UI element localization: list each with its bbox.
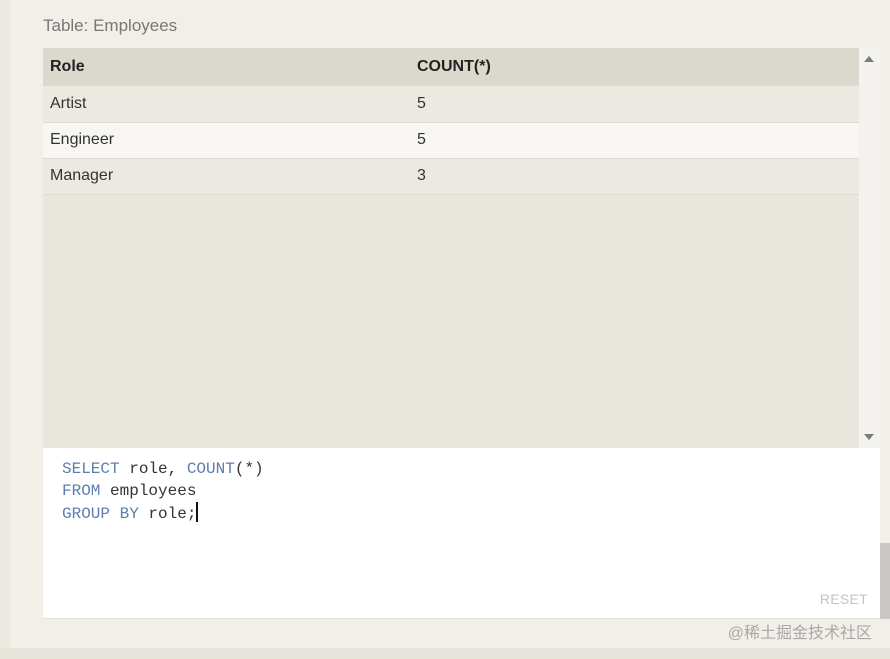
sql-keyword: COUNT xyxy=(186,460,235,478)
left-margin-strip xyxy=(0,0,10,659)
table-title: Table: Employees xyxy=(43,16,178,35)
sql-text: employees xyxy=(100,482,197,500)
text-cursor xyxy=(196,502,199,522)
cell-role: Engineer xyxy=(43,122,410,159)
sql-keyword: SELECT xyxy=(62,460,120,478)
sql-text: (*) xyxy=(234,460,264,478)
table-row: Manager 3 xyxy=(43,158,859,195)
cell-count: 3 xyxy=(410,158,859,195)
table-row: Artist 5 xyxy=(43,86,859,123)
code-line: FROM employees xyxy=(62,480,264,502)
sql-text: role; xyxy=(138,505,197,523)
cell-count: 5 xyxy=(410,122,859,159)
sql-editor[interactable]: SELECT role, COUNT(*) FROM employees GROUP… xyxy=(43,448,880,619)
table-row: Engineer 5 xyxy=(43,122,859,159)
sql-code[interactable]: SELECT role, COUNT(*) FROM employees GROUP… xyxy=(62,458,264,525)
sql-keyword: GROUP BY xyxy=(62,505,139,523)
sql-keyword: FROM xyxy=(62,482,101,500)
scroll-down-arrow-icon[interactable] xyxy=(864,434,874,440)
sql-text: role, xyxy=(119,460,187,478)
results-header-row: Role COUNT(*) xyxy=(43,48,859,86)
code-line: SELECT role, COUNT(*) xyxy=(62,458,264,480)
watermark-text: @稀土掘金技术社区 xyxy=(727,625,872,642)
bottom-margin-strip xyxy=(0,648,890,659)
column-header-count: COUNT(*) xyxy=(410,48,859,86)
column-header-role: Role xyxy=(43,48,410,86)
code-line: GROUP BY role; xyxy=(62,502,264,525)
reset-button[interactable]: RESET xyxy=(820,591,868,607)
page-scrollbar-thumb[interactable] xyxy=(880,543,890,619)
cell-role: Artist xyxy=(43,86,410,123)
results-table: Role COUNT(*) Artist 5 Engineer 5 Manage… xyxy=(43,48,859,195)
results-pane: Role COUNT(*) Artist 5 Engineer 5 Manage… xyxy=(43,48,880,448)
results-scrollbar[interactable] xyxy=(859,48,880,448)
scroll-up-arrow-icon[interactable] xyxy=(864,56,874,62)
cell-count: 5 xyxy=(410,86,859,123)
cell-role: Manager xyxy=(43,158,410,195)
